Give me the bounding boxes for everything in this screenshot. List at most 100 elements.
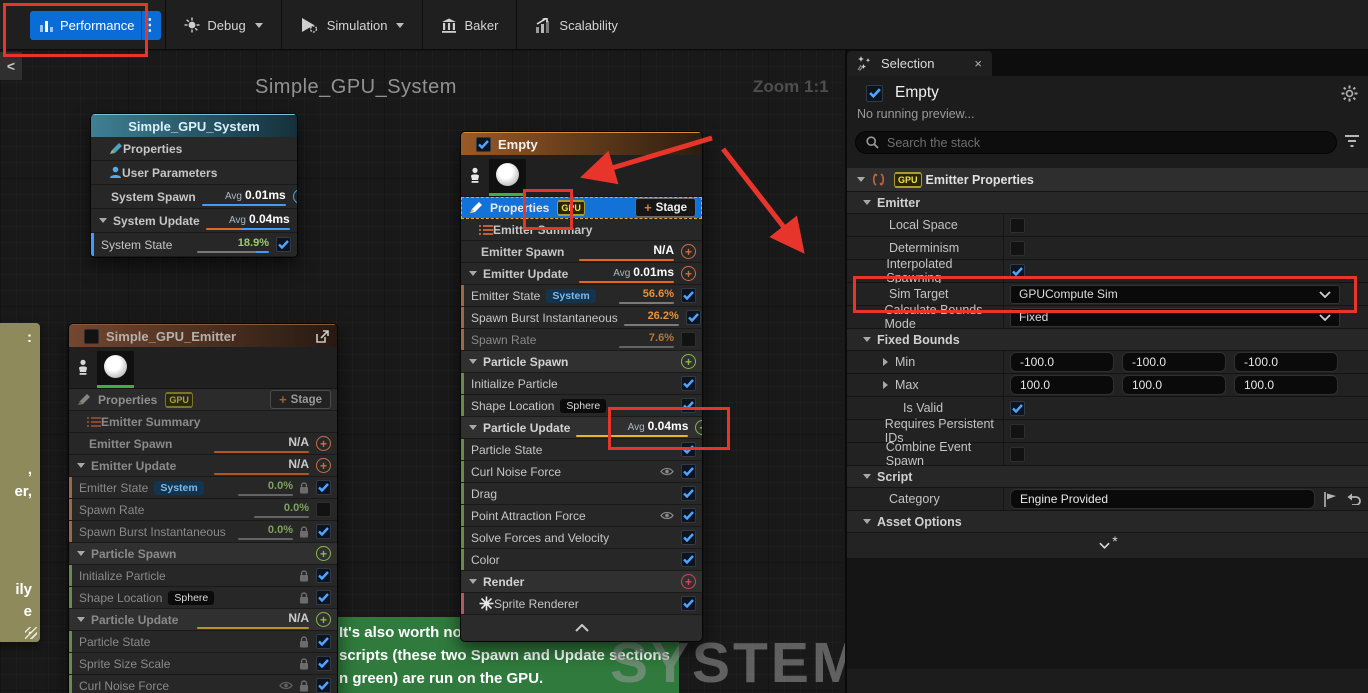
open-external-icon[interactable]: [316, 330, 329, 343]
add-module-button[interactable]: +: [695, 420, 703, 435]
filter-icon[interactable]: [1344, 134, 1360, 148]
panel-emitter-checkbox[interactable]: [866, 85, 883, 102]
gear-icon[interactable]: [1341, 85, 1358, 102]
stack-section-row[interactable]: Particle Spawn+: [69, 543, 337, 565]
stack-item-row[interactable]: Curl Noise Force: [461, 461, 702, 483]
vector-component-input[interactable]: 100.0: [1010, 375, 1114, 395]
empty-node-header[interactable]: Empty: [461, 132, 702, 155]
performance-button[interactable]: Performance ⋮: [30, 11, 161, 40]
property-dropdown[interactable]: GPUCompute Sim: [1010, 285, 1340, 304]
stack-item-row[interactable]: System UpdateAvg0.04ms+: [91, 209, 297, 233]
module-checkbox-checked[interactable]: [681, 596, 696, 611]
undo-icon[interactable]: [1346, 493, 1361, 505]
section-header-emitter[interactable]: Emitter: [847, 192, 1368, 214]
emitter-enabled-checkbox[interactable]: [476, 137, 491, 152]
stack-section-row[interactable]: Particle UpdateAvg0.04ms+: [461, 417, 702, 439]
stack-item-row[interactable]: Shape LocationSphere: [69, 587, 337, 609]
add-module-button[interactable]: +: [316, 546, 331, 561]
stack-item-row[interactable]: Shape LocationSphere: [461, 395, 702, 417]
properties-row[interactable]: Properties GPU + Stage: [69, 389, 337, 411]
flag-icon[interactable]: [1323, 492, 1338, 507]
vector-component-input[interactable]: -100.0: [1122, 352, 1226, 372]
vector-component-input[interactable]: -100.0: [1010, 352, 1114, 372]
eye-icon[interactable]: [660, 467, 674, 476]
properties-row-selected[interactable]: Properties GPU + Stage: [461, 197, 702, 219]
emitter-properties-header[interactable]: GPUEmitter Properties: [847, 168, 1368, 192]
add-module-button[interactable]: +: [316, 436, 331, 451]
module-checkbox-checked[interactable]: [681, 442, 696, 457]
stack-item-row[interactable]: Sprite Renderer: [461, 593, 702, 615]
stack-section-row[interactable]: Render+: [461, 571, 702, 593]
stack-section-row[interactable]: Particle Spawn+: [461, 351, 702, 373]
stack-item-row[interactable]: Particle State: [461, 439, 702, 461]
comment-box[interactable]: :,er,ilye.: [0, 323, 40, 642]
add-module-button[interactable]: +: [681, 266, 696, 281]
add-module-button[interactable]: +: [293, 189, 298, 204]
module-checkbox-unchecked[interactable]: [681, 332, 696, 347]
stack-item-row[interactable]: Solve Forces and Velocity: [461, 527, 702, 549]
module-checkbox-checked[interactable]: [316, 590, 331, 605]
module-checkbox-checked[interactable]: [681, 464, 696, 479]
stack-item-row[interactable]: Emitter Summary: [69, 411, 337, 433]
module-checkbox-checked[interactable]: [316, 656, 331, 671]
simulation-button[interactable]: Simulation: [286, 10, 419, 40]
back-button[interactable]: <: [0, 52, 22, 80]
module-checkbox-checked[interactable]: [681, 552, 696, 567]
property-checkbox-checked[interactable]: [1010, 264, 1025, 279]
chevron-right-icon[interactable]: [883, 358, 888, 366]
stack-item-row[interactable]: Color: [461, 549, 702, 571]
add-module-button[interactable]: +: [681, 244, 696, 259]
property-checkbox-unchecked[interactable]: [1010, 218, 1025, 233]
add-module-button[interactable]: +: [297, 213, 298, 228]
module-checkbox-checked[interactable]: [316, 568, 331, 583]
property-dropdown[interactable]: Fixed: [1010, 308, 1340, 327]
section-header-script[interactable]: Script: [847, 466, 1368, 488]
stack-item-row[interactable]: Emitter SpawnN/A+: [69, 433, 337, 455]
stack-item-row[interactable]: Emitter UpdateN/A+: [69, 455, 337, 477]
module-checkbox-checked[interactable]: [276, 237, 291, 252]
stack-item-row[interactable]: Drag: [461, 483, 702, 505]
system-node-header[interactable]: Simple_GPU_System: [91, 114, 297, 137]
add-module-button[interactable]: +: [316, 458, 331, 473]
scalability-button[interactable]: Scalability: [521, 10, 632, 40]
module-checkbox-checked[interactable]: [681, 376, 696, 391]
stack-item-row[interactable]: Curl Noise Force: [69, 675, 337, 693]
add-module-button[interactable]: +: [681, 354, 696, 369]
tab-selection[interactable]: Selection ×: [847, 51, 992, 76]
stack-item-row[interactable]: Emitter Summary: [461, 219, 702, 241]
add-module-button[interactable]: +: [316, 612, 331, 627]
stack-item-row[interactable]: Initialize Particle: [69, 565, 337, 587]
stack-item-row[interactable]: Spawn Burst Instantaneous0.0%: [69, 521, 337, 543]
gpu-emitter-node-header[interactable]: Simple_GPU_Emitter: [69, 324, 337, 347]
material-thumbnail[interactable]: [489, 159, 526, 193]
module-checkbox-checked[interactable]: [681, 486, 696, 501]
gpu-emitter-node[interactable]: Simple_GPU_Emitter Properties GPU + Stag…: [68, 323, 338, 693]
module-checkbox-checked[interactable]: [681, 288, 696, 303]
property-checkbox-unchecked[interactable]: [1010, 447, 1025, 462]
add-stage-button[interactable]: + Stage: [635, 198, 696, 217]
text-input[interactable]: Engine Provided: [1010, 489, 1315, 509]
system-node[interactable]: Simple_GPU_System PropertiesUser Paramet…: [90, 113, 298, 258]
stack-section-row[interactable]: Particle UpdateN/A+: [69, 609, 337, 631]
module-checkbox-checked[interactable]: [681, 398, 696, 413]
vector-component-input[interactable]: 100.0: [1234, 375, 1338, 395]
stack-item-row[interactable]: System SpawnAvg0.01ms+: [91, 185, 297, 209]
property-checkbox-unchecked[interactable]: [1010, 241, 1025, 256]
stack-item-row[interactable]: User Parameters: [91, 161, 297, 185]
debug-button[interactable]: Debug: [170, 10, 276, 40]
add-module-button[interactable]: +: [681, 574, 696, 589]
stack-item-row[interactable]: Spawn Rate0.0%: [69, 499, 337, 521]
module-checkbox-checked[interactable]: [316, 480, 331, 495]
panel-footer-expander[interactable]: *: [847, 533, 1368, 559]
stack-item-row[interactable]: Emitter StateSystem56.6%: [461, 285, 702, 307]
stack-search[interactable]: [855, 131, 1337, 154]
module-checkbox-checked[interactable]: [316, 678, 331, 693]
graph-canvas[interactable]: < Simple_GPU_System Zoom 1:1 SYSTEM :,er…: [0, 50, 843, 693]
module-checkbox-checked[interactable]: [316, 634, 331, 649]
stack-item-row[interactable]: Spawn Rate7.6%: [461, 329, 702, 351]
vector-component-input[interactable]: 100.0: [1122, 375, 1226, 395]
chevron-right-icon[interactable]: [883, 381, 888, 389]
eye-icon[interactable]: [660, 511, 674, 520]
node-collapse-expander[interactable]: [461, 615, 702, 641]
emitter-enabled-checkbox[interactable]: [84, 329, 99, 344]
